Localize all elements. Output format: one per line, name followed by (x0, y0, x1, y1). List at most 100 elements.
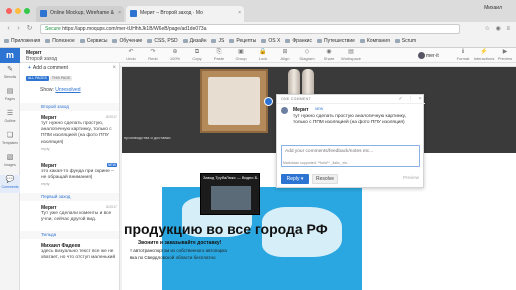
bookmark-item[interactable]: Путешествие (316, 36, 355, 47)
bookmark-label: Приложения (11, 38, 41, 44)
browser-tab-1[interactable]: Online Mockup, Wireframe & × (36, 6, 124, 22)
nav-templates[interactable]: ❑ Templates (0, 131, 20, 149)
comment-pin[interactable] (264, 97, 273, 106)
russia-map-image[interactable] (162, 187, 362, 290)
toolbar-align-button[interactable]: ⊞ Align (274, 49, 296, 63)
maximize-window-button[interactable] (24, 8, 30, 14)
bookmark-item[interactable]: Полезное (45, 36, 75, 47)
folder-icon (182, 38, 188, 43)
reload-icon[interactable]: ↻ (25, 24, 34, 33)
show-filter[interactable]: Show: Unresolved (40, 87, 81, 93)
forward-icon[interactable]: › (14, 24, 23, 33)
format-button[interactable]: ℹ Format (452, 49, 474, 63)
bookmark-label: Полезное (52, 38, 75, 44)
bookmark-item[interactable]: Приложения (4, 36, 40, 47)
toolbar-share-button[interactable]: ◉ Share (318, 49, 340, 63)
section-header[interactable]: Второй заход (20, 103, 119, 111)
folder-icon (79, 38, 85, 43)
comment-item[interactable]: Мерит 8/2017 Тут уже сделали коменты и вс… (41, 205, 117, 223)
user-chip[interactable]: mer·it (418, 52, 448, 60)
bookmark-item[interactable]: Компания (359, 36, 390, 47)
browser-tab-2[interactable]: Мерит – Второй заход · Мо × (126, 6, 244, 22)
comment-item[interactable]: Мерит 8/2017 тут нужно сделать простую, а… (41, 115, 117, 152)
checkmark-icon[interactable]: ✓ (399, 95, 404, 104)
resolve-button[interactable]: Resolve (312, 174, 338, 184)
bookmark-item[interactable]: OS X (261, 36, 280, 47)
close-tab-icon[interactable]: × (118, 10, 121, 16)
toolbar-diagram-button[interactable]: ◇ Diagram (296, 49, 318, 63)
nav-outline[interactable]: ☰ Outline (0, 109, 20, 127)
filter-this-page[interactable]: THIS PAGE (49, 76, 73, 81)
nav-pages[interactable]: ▤ Pages (0, 87, 20, 105)
toolbar-group-button[interactable]: ▣ Group (230, 49, 252, 63)
toolbar-100-button[interactable]: ⊕ 100% (164, 49, 186, 63)
filter-all-pages[interactable]: ALL PAGES (26, 76, 49, 81)
interactions-button[interactable]: ⚡ Interactions (473, 49, 495, 63)
templates-icon: ❑ (6, 132, 14, 139)
toolbar-icon: ▤ (348, 49, 354, 55)
video-embed[interactable]: Завод ТрубаЛюкс — Видео Б... (200, 173, 260, 215)
bookmark-item[interactable]: Сервисы (79, 36, 108, 47)
comment-item[interactable]: Михаил Фадеев здесь визуально текст все … (41, 243, 117, 261)
toolbar-paste-button[interactable]: ⎘ Paste (208, 49, 230, 63)
toolbar-label: 100% (169, 56, 181, 61)
moqups-logo[interactable]: m (0, 48, 20, 63)
close-tab-icon[interactable]: × (238, 10, 241, 16)
close-window-button[interactable] (6, 8, 12, 14)
folder-icon (112, 38, 118, 43)
product-crate-image[interactable] (200, 69, 268, 133)
nav-comments[interactable]: 💬 Comments (0, 175, 20, 193)
bookmark-item[interactable]: Дизайн (182, 36, 206, 47)
extension-icons[interactable]: ☆ ◉ ≡ (485, 25, 512, 32)
play-icon: ▶ (502, 49, 508, 55)
reply-link[interactable]: reply (41, 181, 117, 187)
comment-item[interactable]: Мерит NEW это какая-то фунда при скрине –… (41, 163, 117, 187)
toolbar-icon: ▣ (238, 49, 244, 55)
toolbar-icon: ↶ (128, 49, 134, 55)
reply-button[interactable]: Reply ▾ (281, 174, 309, 184)
preview-button[interactable]: ▶ Preview (494, 49, 516, 63)
browser-profile-name[interactable]: Михаил (484, 5, 502, 11)
user-chip-label: mer·it (426, 52, 439, 59)
tab-favicon-icon (130, 10, 137, 17)
reply-link[interactable]: reply (41, 146, 117, 152)
show-value[interactable]: Unresolved (55, 87, 80, 93)
close-icon[interactable]: × (419, 95, 422, 104)
stencils-icon: ✎ (7, 66, 13, 73)
nav-stencils[interactable]: ✎ Stencils (0, 65, 20, 83)
close-panel-icon[interactable]: × (112, 65, 116, 71)
toolbar-copy-button[interactable]: ⧉ Copy (186, 49, 208, 63)
folder-icon (394, 38, 400, 43)
folder-icon (359, 38, 365, 43)
toolbar-workspace-button[interactable]: ▤ Workspace (340, 49, 362, 63)
comment-text: Тут уже сделали коменты и все учли, сейч… (41, 211, 112, 223)
bookmark-item[interactable]: Франкис (285, 36, 312, 47)
preview-tab[interactable]: Preview (403, 175, 419, 180)
bookmark-item[interactable]: JS (211, 36, 224, 47)
page-headline[interactable]: продукцию во все города РФ (124, 221, 328, 237)
page-body-text[interactable]: т автотранспортом из собственного автопа… (130, 248, 260, 261)
url-input[interactable]: Secure https://app.moqups.com/mer-tUHhhJ… (40, 24, 460, 34)
folder-icon (147, 38, 153, 43)
bookmark-item[interactable]: Рецепты (229, 36, 256, 47)
more-icon[interactable]: ⋮ (408, 95, 413, 104)
plus-icon: + (28, 65, 31, 71)
toolbar-lock-button[interactable]: 🔒 Lock (252, 49, 274, 63)
toolbar-undo-button[interactable]: ↶ Undo (120, 49, 142, 63)
show-label: Show: (40, 87, 54, 93)
project-title-block[interactable]: Мерит Второй заход (26, 50, 57, 62)
section-header[interactable]: Первый заход (20, 193, 119, 201)
toolbar-redo-button[interactable]: ↷ Redo (142, 49, 164, 63)
bookmark-item[interactable]: Обучение (112, 36, 142, 47)
toolbar-label: Workspace (341, 56, 361, 61)
nav-images[interactable]: ▧ Images (0, 153, 20, 171)
add-comment-button[interactable]: + Add a comment (28, 65, 68, 71)
bookmark-item[interactable]: Scrum (394, 36, 416, 47)
page-filter: ALL PAGES THIS PAGE (26, 75, 73, 81)
minimize-window-button[interactable] (15, 8, 21, 14)
back-icon[interactable]: ‹ (4, 24, 13, 33)
page-subheadline[interactable]: Звоните и заказывайте доставку! (138, 240, 221, 246)
bookmark-item[interactable]: CSS, PSD (147, 36, 178, 47)
section-header[interactable]: Тильда (20, 231, 119, 239)
bookmark-label: Сервисы (86, 38, 108, 44)
